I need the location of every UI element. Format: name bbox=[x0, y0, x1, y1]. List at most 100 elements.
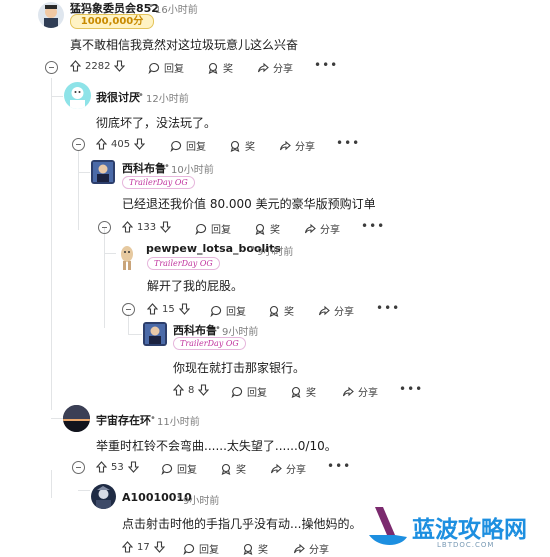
reply-icon bbox=[183, 543, 195, 555]
username[interactable]: 我很讨厌 bbox=[96, 89, 140, 105]
downvote-icon[interactable] bbox=[134, 138, 146, 150]
upvote-icon[interactable] bbox=[173, 384, 184, 396]
share-button[interactable]: 分享 bbox=[304, 221, 340, 236]
vote-count: 17 bbox=[137, 541, 150, 553]
username[interactable]: 宇宙存在环 bbox=[96, 412, 151, 428]
reply-button[interactable]: 回复 bbox=[170, 138, 206, 153]
avatar[interactable] bbox=[116, 243, 138, 271]
vote-group: 8 bbox=[173, 384, 210, 396]
upvote-icon[interactable] bbox=[96, 461, 107, 473]
reply-button[interactable]: 回复 bbox=[210, 303, 246, 318]
vote-group: 17 bbox=[122, 541, 165, 553]
avatar[interactable] bbox=[63, 405, 90, 432]
award-button[interactable]: 奖 bbox=[254, 221, 280, 236]
award-button[interactable]: 奖 bbox=[207, 60, 233, 75]
more-options-icon[interactable]: ••• bbox=[399, 382, 423, 396]
reply-button[interactable]: 回复 bbox=[183, 541, 219, 556]
timestamp: 9小时前 bbox=[222, 327, 259, 338]
collapse-thread-icon[interactable] bbox=[98, 221, 111, 234]
separator-dot: • bbox=[138, 90, 144, 101]
more-options-icon[interactable]: ••• bbox=[361, 219, 385, 233]
user-flair: TrailerDay OG bbox=[173, 337, 246, 350]
avatar[interactable] bbox=[143, 322, 167, 346]
separator-dot: • bbox=[250, 243, 256, 254]
reply-icon bbox=[170, 140, 182, 152]
username[interactable]: 西科布鲁 bbox=[122, 160, 166, 176]
thread-line bbox=[51, 398, 52, 410]
avatar[interactable] bbox=[64, 82, 91, 109]
downvote-icon[interactable] bbox=[153, 541, 165, 553]
reply-icon bbox=[161, 463, 173, 475]
avatar[interactable] bbox=[91, 160, 115, 184]
downvote-icon[interactable] bbox=[160, 221, 172, 233]
avatar[interactable] bbox=[91, 484, 116, 509]
upvote-icon[interactable] bbox=[147, 303, 158, 315]
reply-button[interactable]: 回复 bbox=[148, 60, 184, 75]
thread-elbow bbox=[78, 490, 90, 491]
user-flair: TrailerDay OG bbox=[122, 176, 195, 189]
comment-text: 解开了我的屁股。 bbox=[147, 279, 244, 293]
upvote-icon[interactable] bbox=[122, 541, 133, 553]
comment-text: 已经退还我价值 80.000 美元的豪华版预购订单 bbox=[122, 197, 376, 211]
share-button[interactable]: 分享 bbox=[270, 461, 306, 476]
separator-dot: • bbox=[176, 492, 182, 503]
reply-button[interactable]: 回复 bbox=[231, 384, 267, 399]
collapse-thread-icon[interactable] bbox=[122, 303, 135, 316]
award-button[interactable]: 奖 bbox=[220, 461, 246, 476]
award-button[interactable]: 奖 bbox=[290, 384, 316, 399]
downvote-icon[interactable] bbox=[127, 461, 139, 473]
comment-text: 点击射击时他的手指几乎没有动...操他妈的。 bbox=[122, 517, 362, 531]
vote-group: 15 bbox=[147, 303, 190, 315]
upvote-icon[interactable] bbox=[122, 221, 133, 233]
separator-dot: • bbox=[164, 161, 170, 172]
downvote-icon[interactable] bbox=[178, 303, 190, 315]
vote-group: 405 bbox=[96, 138, 146, 150]
more-options-icon[interactable]: ••• bbox=[336, 136, 360, 150]
collapse-thread-icon[interactable] bbox=[45, 61, 58, 74]
reply-icon bbox=[210, 305, 222, 317]
share-button[interactable]: 分享 bbox=[318, 303, 354, 318]
thread-elbow bbox=[51, 96, 63, 97]
collapse-thread-icon[interactable] bbox=[72, 138, 85, 151]
upvote-icon[interactable] bbox=[96, 138, 107, 150]
more-options-icon[interactable]: ••• bbox=[376, 301, 400, 315]
timestamp: 9小时前 bbox=[257, 247, 294, 258]
award-button[interactable]: 奖 bbox=[268, 303, 294, 318]
timestamp: 16小时前 bbox=[155, 5, 198, 16]
collapse-thread-icon[interactable] bbox=[72, 461, 85, 474]
share-button[interactable]: 分享 bbox=[342, 384, 378, 399]
share-icon bbox=[342, 386, 354, 398]
upvote-icon[interactable] bbox=[70, 60, 81, 72]
timestamp: 10小时前 bbox=[171, 165, 214, 176]
reply-button[interactable]: 回复 bbox=[195, 221, 231, 236]
vote-group: 53 bbox=[96, 461, 139, 473]
award-button[interactable]: 奖 bbox=[242, 541, 268, 556]
avatar[interactable] bbox=[38, 2, 64, 28]
vote-count: 8 bbox=[188, 384, 195, 396]
username[interactable]: 西科布鲁 bbox=[173, 322, 217, 338]
share-button[interactable]: 分享 bbox=[279, 138, 315, 153]
more-options-icon[interactable]: ••• bbox=[314, 58, 338, 72]
more-options-icon[interactable]: ••• bbox=[327, 459, 351, 473]
thread-elbow bbox=[128, 334, 142, 335]
downvote-icon[interactable] bbox=[198, 384, 210, 396]
share-icon bbox=[279, 140, 291, 152]
separator-dot: • bbox=[150, 413, 156, 424]
share-button[interactable]: 分享 bbox=[293, 541, 329, 556]
vote-count: 2282 bbox=[85, 60, 111, 72]
share-icon bbox=[304, 223, 316, 235]
award-icon bbox=[268, 305, 280, 317]
achievement-badge: 1000,000分 bbox=[70, 14, 154, 29]
reply-button[interactable]: 回复 bbox=[161, 461, 197, 476]
timestamp: 12小时前 bbox=[146, 94, 189, 105]
thread-elbow bbox=[51, 418, 63, 419]
comment-text: 举重时杠铃不会弯曲......太失望了......0/10。 bbox=[96, 439, 337, 453]
downvote-icon[interactable] bbox=[114, 60, 126, 72]
timestamp: 9小时前 bbox=[183, 496, 220, 507]
share-button[interactable]: 分享 bbox=[257, 60, 293, 75]
separator-dot: • bbox=[215, 323, 221, 334]
award-icon bbox=[220, 463, 232, 475]
award-button[interactable]: 奖 bbox=[229, 138, 255, 153]
award-icon bbox=[290, 386, 302, 398]
watermark-logo-icon bbox=[365, 505, 409, 553]
